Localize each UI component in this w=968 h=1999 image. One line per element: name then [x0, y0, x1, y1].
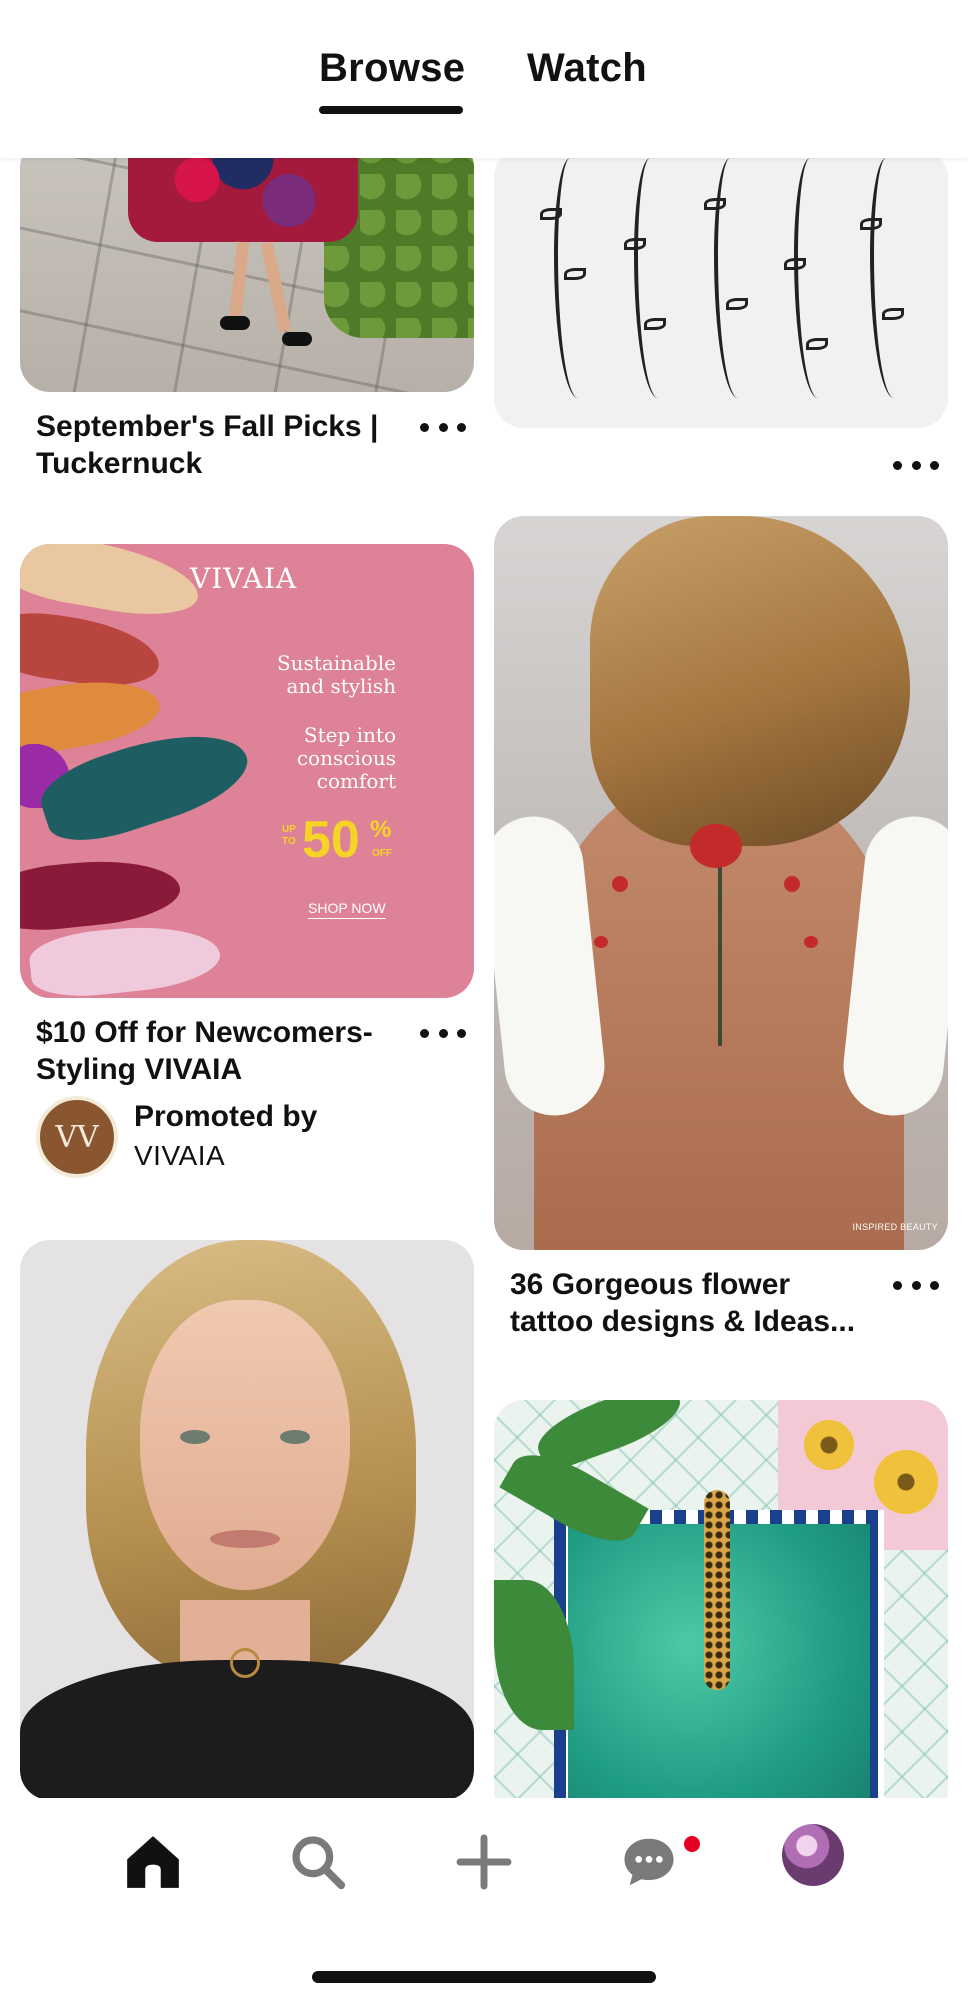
ad-discount: 50: [302, 811, 360, 869]
ad-brand: VIVAIA: [190, 562, 298, 595]
tattoo-bud: [804, 936, 818, 948]
pin-title-line: tattoo designs & Ideas...: [510, 1305, 856, 1338]
leopard: [704, 1490, 730, 1690]
promoter-avatar[interactable]: VV: [36, 1096, 118, 1178]
more-options-icon[interactable]: [893, 450, 939, 480]
shoe-flat: [20, 544, 205, 625]
ad-up-to: UP TO: [282, 824, 296, 848]
tattoo-poppy: [690, 824, 742, 868]
active-tab-indicator: [319, 106, 463, 114]
skirt: [128, 158, 358, 242]
leaf-drawing: [882, 308, 904, 320]
ad-off: OFF: [372, 848, 392, 859]
leaf-drawing: [726, 298, 748, 310]
promoter-name[interactable]: VIVAIA: [134, 1140, 225, 1172]
more-options-icon[interactable]: [420, 1018, 466, 1048]
create-icon[interactable]: [444, 1822, 524, 1902]
pin-image-flower-line-art[interactable]: [494, 158, 948, 428]
more-options-icon[interactable]: [893, 1270, 939, 1300]
vine-drawing: [870, 158, 910, 398]
ad-shop-now[interactable]: SHOP NOW: [308, 900, 386, 919]
pin-title-line: $10 Off for Newcomers-: [36, 1016, 373, 1049]
pin-image-bob-haircut[interactable]: [20, 1240, 474, 1798]
donut: [874, 1450, 938, 1514]
eye: [180, 1430, 210, 1444]
notification-dot: [682, 1834, 702, 1854]
home-indicator: [312, 1971, 656, 1983]
leaf-drawing: [704, 198, 726, 210]
leaf-drawing: [806, 338, 828, 350]
ad-line: and stylish: [286, 674, 396, 698]
pin-title-line: Styling VIVAIA: [36, 1053, 243, 1086]
ad-to: TO: [282, 836, 296, 847]
leaf-drawing: [860, 218, 882, 230]
shirt: [20, 1660, 474, 1798]
tattoo-stem: [718, 846, 722, 1046]
shoe-flat: [20, 606, 164, 694]
pin-title[interactable]: September's Fall Picks | Tuckernuck: [36, 408, 378, 482]
leaf-drawing: [784, 258, 806, 270]
leaf-drawing: [564, 268, 586, 280]
ad-line: comfort: [316, 769, 396, 793]
profile-avatar[interactable]: [782, 1824, 844, 1886]
search-icon[interactable]: [278, 1822, 358, 1902]
shoe-flat: [20, 852, 183, 936]
ad-line: conscious: [296, 746, 396, 770]
pin-image-pool-illustration[interactable]: [494, 1400, 948, 1798]
necklace-pendant: [230, 1648, 260, 1678]
pin-image-fall-picks[interactable]: [20, 158, 474, 392]
top-tab-bar: Browse Watch: [0, 0, 968, 158]
pin-image-flower-tattoo[interactable]: INSPIRED BEAUTY: [494, 516, 948, 1250]
donut: [804, 1420, 854, 1470]
tab-browse[interactable]: Browse: [319, 46, 465, 91]
pin-image-vivaia-ad[interactable]: VIVAIA Sustainable and stylish Step into…: [20, 544, 474, 998]
tattoo-bud: [784, 876, 800, 892]
ad-up: UP: [282, 824, 296, 835]
pin-title-line: Tuckernuck: [36, 447, 203, 480]
tattoo-bud: [612, 876, 628, 892]
tattoo-bud: [594, 936, 608, 948]
home-icon[interactable]: [113, 1822, 193, 1902]
ad-tagline: Sustainable and stylish: [277, 652, 396, 698]
eye: [280, 1430, 310, 1444]
ad-line: Step into: [303, 723, 396, 747]
lips: [210, 1530, 280, 1548]
tab-watch[interactable]: Watch: [527, 46, 647, 91]
image-credit: INSPIRED BEAUTY: [852, 1222, 938, 1232]
ad-line: Sustainable: [276, 651, 396, 675]
pin-title-line: September's Fall Picks |: [36, 410, 379, 443]
messages-icon[interactable]: [609, 1822, 689, 1902]
promoter-monogram: VV: [55, 1119, 99, 1155]
leaf-drawing: [644, 318, 666, 330]
more-options-icon[interactable]: [420, 412, 466, 442]
shoe-right: [282, 332, 312, 346]
promoted-by-label: Promoted by: [134, 1100, 318, 1133]
pin-feed[interactable]: September's Fall Picks | Tuckernuck VIVA…: [0, 158, 968, 1798]
leaf-drawing: [540, 208, 562, 220]
ad-copy: Step into conscious comfort: [297, 724, 396, 793]
bottom-navigation: [0, 1798, 968, 1999]
pin-title-line: 36 Gorgeous flower: [510, 1268, 791, 1301]
pin-title[interactable]: $10 Off for Newcomers- Styling VIVAIA: [36, 1014, 373, 1088]
pin-title[interactable]: 36 Gorgeous flower tattoo designs & Idea…: [510, 1266, 855, 1340]
hair: [590, 516, 910, 846]
ad-percent: %: [370, 816, 392, 843]
shoe-left: [220, 316, 250, 330]
leaf-drawing: [624, 238, 646, 250]
shoe-flat: [27, 918, 223, 998]
vine-drawing: [714, 158, 754, 398]
vine-drawing: [634, 158, 674, 398]
vine-drawing: [794, 158, 834, 398]
